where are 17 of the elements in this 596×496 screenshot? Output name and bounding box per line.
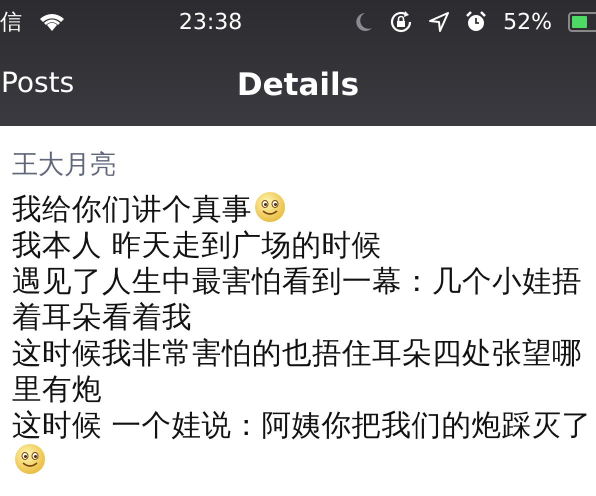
post-text-line: 这时候我非常害怕的也捂住耳朵四处张望哪里有炮 <box>12 336 582 406</box>
post-text-line: 我给你们讲个真事 <box>12 192 252 226</box>
battery-percentage: 52% <box>503 8 552 36</box>
moon-icon <box>355 12 374 32</box>
clock-time: 23:38 <box>178 8 242 36</box>
back-link[interactable]: Posts <box>1 62 74 104</box>
page-title: Details <box>236 67 360 103</box>
location-arrow-icon <box>429 12 450 32</box>
post-text-line: 遇见了人生中最害怕看到一幕：几个小娃捂着耳朵看着我 <box>12 264 582 334</box>
alarm-clock-icon <box>465 11 488 33</box>
battery-icon <box>568 12 596 32</box>
wifi-icon <box>38 12 66 32</box>
post-text-line: 这时候 一个娃说：阿姨你把我们的炮踩灭了 <box>12 408 592 442</box>
carrier-name: 信 <box>0 8 22 36</box>
author-name: 王大月亮 <box>12 149 117 182</box>
post-text-line: 我本人 昨天走到广场的时候 <box>12 228 382 262</box>
rotation-lock-icon <box>389 10 414 34</box>
